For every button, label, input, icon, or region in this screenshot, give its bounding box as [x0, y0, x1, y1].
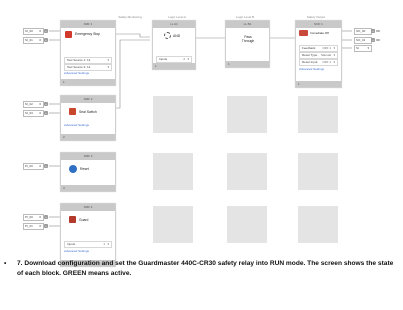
pass-through-block[interactable]: LL B1 Pass Through 1	[225, 20, 270, 68]
input-tag[interactable]: SI_00 0	[23, 28, 44, 35]
add-icon[interactable]: +	[371, 29, 375, 33]
output-state: OF	[376, 38, 381, 42]
empty-slot[interactable]	[298, 206, 338, 243]
feedback-select[interactable]: Feedback: OFF 1 ▾	[299, 45, 338, 52]
chevron-down-icon: ▾	[107, 65, 109, 69]
advanced-settings-link[interactable]: Advanced Settings	[64, 71, 89, 75]
reset-block[interactable]: SMF 3 Reset 3	[60, 152, 116, 192]
empty-slot[interactable]	[227, 96, 267, 133]
empty-slot[interactable]	[153, 206, 193, 243]
empty-slot[interactable]	[227, 206, 267, 243]
seal-switch-icon	[69, 108, 76, 115]
input-tag[interactable]: PI_01 0	[23, 223, 44, 230]
chevron-down-icon: ▾	[333, 46, 335, 50]
input-tag[interactable]: SI_02 0	[23, 101, 44, 108]
safety-output-icon	[299, 30, 308, 36]
block-id: SMF 3	[61, 153, 115, 160]
instruction-text: 7. Download configuration and set the Gu…	[17, 260, 394, 277]
output-tag[interactable]: SO_01	[354, 37, 372, 44]
block-name: Emergency Stop	[75, 32, 101, 36]
block-footer: 1	[153, 63, 195, 69]
block-footer: 1	[61, 79, 115, 85]
block-name: AND	[173, 34, 181, 38]
block-name: Guard	[79, 218, 89, 222]
empty-slot[interactable]	[298, 153, 338, 190]
bullet: •	[4, 260, 7, 267]
empty-slot[interactable]	[153, 96, 193, 133]
add-icon[interactable]: +	[44, 38, 48, 42]
add-icon[interactable]: +	[44, 164, 48, 168]
block-id: SOF 1	[296, 21, 341, 28]
empty-slot[interactable]	[227, 153, 267, 190]
instruction-caption: • 7. Download configuration and set the …	[4, 259, 397, 279]
input-tag[interactable]: SI_03 0	[23, 110, 44, 117]
block-name: Pass Through	[241, 35, 255, 43]
block-footer: 1	[226, 61, 269, 67]
input-tag[interactable]: PI_00 0	[23, 214, 44, 221]
and-logic-block[interactable]: LL A1 AND Inputs 2 ▾ 1	[152, 20, 196, 70]
output-tag[interactable]: SO_00	[354, 28, 372, 35]
inputs-select[interactable]: Inputs 2 ▾	[156, 56, 192, 63]
chevron-down-icon: ▾	[107, 242, 109, 246]
emergency-stop-block[interactable]: SMF 1 Emergency Stop Test Source 1: 12 ▾ …	[60, 20, 116, 86]
seal-switch-block[interactable]: SMF 2 Seal Switch Advanced Settings 2	[60, 95, 116, 141]
add-icon[interactable]: +	[44, 102, 48, 106]
add-icon[interactable]: +	[44, 224, 48, 228]
reset-input-select[interactable]: Reset Input: OFF 1 ▾	[299, 59, 338, 66]
advanced-settings-link[interactable]: Advanced Settings	[64, 249, 89, 253]
reset-icon	[69, 165, 77, 173]
block-footer: 2	[61, 134, 115, 140]
chevron-down-icon: ▾	[333, 53, 335, 57]
test-source-2-select[interactable]: Test Source 2: 12 ▾	[64, 64, 112, 71]
empty-slot[interactable]	[153, 153, 193, 190]
add-icon[interactable]: +	[44, 29, 48, 33]
guard-block[interactable]: SMF 4 Guard Inputs 1 ▾ Advanced Settings 4	[60, 203, 116, 267]
guard-icon	[69, 216, 76, 223]
test-source-1-select[interactable]: Test Source 1: 12 ▾	[64, 57, 112, 64]
and-gate-icon	[164, 32, 171, 39]
block-name: Immediate Off	[310, 31, 329, 35]
advanced-settings-link[interactable]: Advanced Settings	[64, 123, 89, 127]
output-state: OF	[376, 29, 381, 33]
chevron-down-icon: ▾	[187, 57, 189, 61]
output-tag[interactable]: SI ▾	[354, 45, 372, 52]
block-id: LL A1	[153, 21, 195, 28]
block-id: SMF 4	[61, 204, 115, 211]
immediate-off-block[interactable]: SOF 1 Immediate Off Feedback: OFF 1 ▾ Rese…	[295, 20, 342, 88]
add-icon[interactable]: +	[44, 215, 48, 219]
empty-slot[interactable]	[298, 96, 338, 133]
advanced-settings-link[interactable]: Advanced Settings	[299, 67, 324, 71]
block-footer: 3	[61, 185, 115, 191]
add-icon[interactable]: +	[44, 111, 48, 115]
block-name: Seal Switch	[79, 110, 97, 114]
input-tag[interactable]: SI_01 0	[23, 37, 44, 44]
reset-type-select[interactable]: Reset Type: Manual ▾	[299, 52, 338, 59]
inputs-select[interactable]: Inputs 1 ▾	[64, 241, 112, 248]
block-id: SMF 1	[61, 21, 115, 28]
input-tag[interactable]: PI_00 0	[23, 163, 44, 170]
chevron-down-icon: ▾	[107, 58, 109, 62]
block-name: Reset	[80, 167, 89, 171]
block-id: SMF 2	[61, 96, 115, 103]
block-footer: 1	[296, 81, 341, 87]
chevron-down-icon: ▾	[367, 46, 369, 50]
block-id: LL B1	[226, 21, 269, 28]
add-icon[interactable]: +	[371, 38, 375, 42]
emergency-stop-icon	[65, 31, 72, 38]
chevron-down-icon: ▾	[333, 60, 335, 64]
